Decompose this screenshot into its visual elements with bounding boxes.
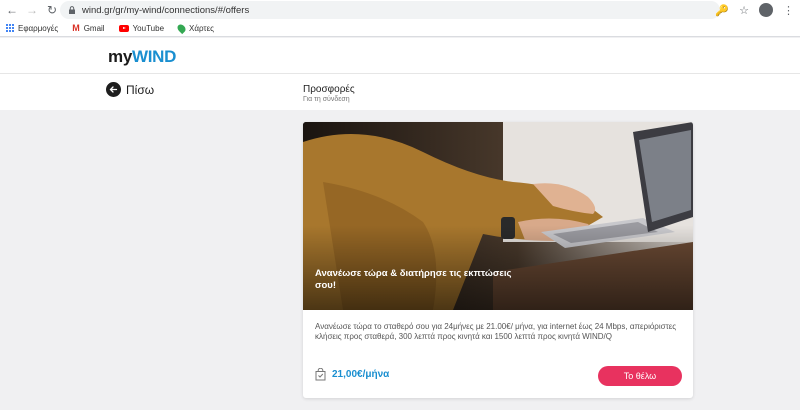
- star-icon[interactable]: ☆: [739, 4, 749, 17]
- bookmark-label: Εφαρμογές: [18, 23, 59, 33]
- bookmark-maps[interactable]: Χάρτες: [175, 22, 214, 34]
- bag-icon: [315, 368, 326, 381]
- back-button[interactable]: Πίσω: [106, 82, 154, 97]
- profile-avatar-icon[interactable]: [759, 3, 773, 17]
- browser-toolbar: ← → ↻ wind.gr/gr/my-wind/connections/#/o…: [0, 0, 800, 20]
- subheader: Πίσω Προσφορές Για τη σύνδεση: [0, 74, 800, 110]
- bookmark-label: YouTube: [132, 23, 165, 33]
- offer-card: Ανανέωσε τώρα & διατήρησε τις εκπτώσεις …: [303, 122, 693, 398]
- reload-icon[interactable]: ↻: [44, 2, 60, 18]
- bookmarks-bar: Εφαρμογές M Gmail YouTube Χάρτες: [0, 20, 800, 37]
- bookmark-label: Χάρτες: [189, 23, 214, 33]
- youtube-icon: [118, 24, 129, 32]
- bookmark-gmail[interactable]: M Gmail: [72, 23, 104, 33]
- gmail-icon: M: [72, 23, 80, 33]
- back-label: Πίσω: [126, 82, 155, 97]
- key-icon[interactable]: 🔑: [715, 4, 729, 17]
- offer-image-caption: Ανανέωσε τώρα & διατήρησε τις εκπτώσεις …: [315, 268, 512, 291]
- bookmark-youtube[interactable]: YouTube: [118, 23, 165, 33]
- page-title: Προσφορές: [303, 84, 355, 95]
- page-title-block: Προσφορές Για τη σύνδεση: [303, 84, 355, 103]
- offer-price: 21,00€/μήνα: [332, 369, 390, 380]
- bookmark-apps[interactable]: Εφαρμογές: [6, 24, 58, 33]
- app-header: myWIND: [0, 38, 800, 74]
- page-subtitle: Για τη σύνδεση: [303, 96, 350, 103]
- back-arrow-icon[interactable]: ←: [4, 2, 20, 18]
- forward-arrow-icon[interactable]: →: [24, 2, 40, 18]
- want-offer-button[interactable]: Το θέλω: [598, 366, 682, 386]
- offer-image: Ανανέωσε τώρα & διατήρησε τις εκπτώσεις …: [303, 122, 693, 310]
- menu-kebab-icon[interactable]: ⋮: [783, 4, 794, 17]
- lock-icon: [69, 6, 75, 14]
- offer-description: Ανανέωσε τώρα το σταθερό σου για 24μήνες…: [315, 322, 677, 341]
- url-text: wind.gr/gr/my-wind/connections/#/offers: [82, 4, 250, 16]
- maps-icon: [175, 22, 188, 34]
- mywind-logo[interactable]: myWIND: [108, 47, 176, 67]
- arrow-left-icon: [106, 82, 121, 97]
- address-bar[interactable]: wind.gr/gr/my-wind/connections/#/offers: [60, 1, 720, 19]
- price-row: 21,00€/μήνα: [315, 368, 389, 381]
- apps-grid-icon: [6, 24, 14, 32]
- bookmark-label: Gmail: [83, 23, 105, 33]
